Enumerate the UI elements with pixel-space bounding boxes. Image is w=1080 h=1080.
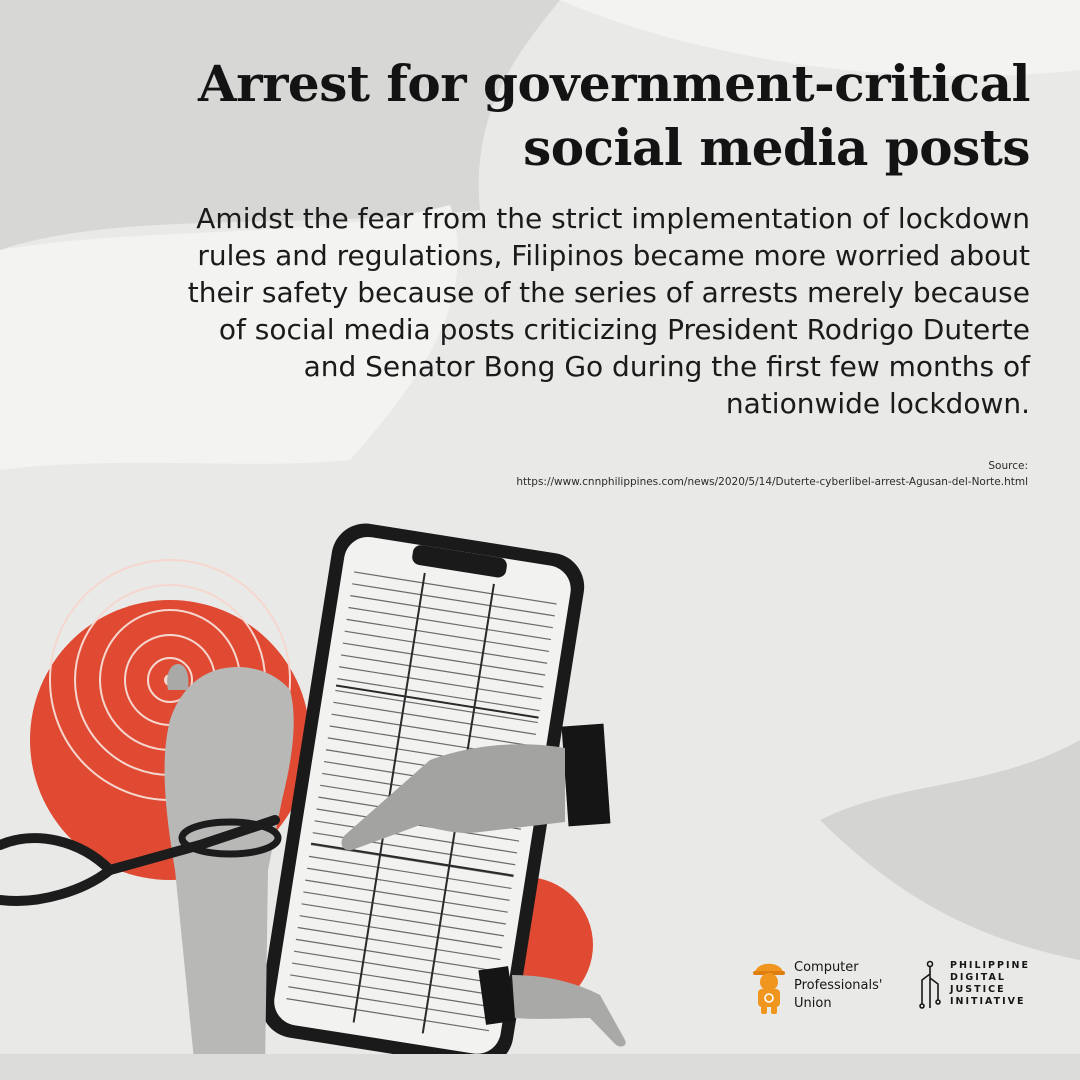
headline-line-1: Arrest for government-critical (197, 54, 1031, 113)
pdji-logo-line: JUSTICE (950, 984, 1006, 995)
body-line: and Senator Bong Go during the first few… (303, 350, 1030, 383)
cpu-mascot-icon (753, 963, 785, 1014)
pdji-logo-line: DIGITAL (950, 972, 1006, 983)
pdji-logo-line: PHILIPPINE (950, 960, 1030, 971)
cpu-logo-line: Computer (794, 960, 859, 975)
source-url[interactable]: https://www.cnnphilippines.com/news/2020… (228, 474, 1028, 490)
body-line: nationwide lockdown. (725, 387, 1030, 420)
source-label: Source: (988, 460, 1028, 472)
cpu-logo-line: Professionals' (794, 978, 883, 993)
body-line: their safety because of the series of ar… (187, 276, 1030, 309)
body-line: Amidst the fear from the strict implemen… (196, 202, 1030, 235)
headline: Arrest for government-critical social me… (130, 52, 1031, 180)
source-citation: Source: https://www.cnnphilippines.com/n… (228, 458, 1028, 490)
illustration-collage (0, 523, 626, 1070)
body-paragraph: Amidst the fear from the strict implemen… (20, 200, 1030, 422)
pdji-circuit-icon (919, 960, 941, 1009)
headline-line-2: social media posts (523, 118, 1030, 177)
body-line: rules and regulations, Filipinos became … (197, 239, 1030, 272)
pdji-logo: PHILIPPINE DIGITAL JUSTICE INITIATIVE (918, 960, 1030, 1010)
pdji-logo-line: INITIATIVE (950, 996, 1026, 1007)
cpu-logo: Computer Professionals' Union (752, 958, 889, 1014)
cpu-logo-line: Union (794, 996, 832, 1011)
body-line: of social media posts criticizing Presid… (218, 313, 1030, 346)
bottom-strip (0, 1054, 1080, 1080)
